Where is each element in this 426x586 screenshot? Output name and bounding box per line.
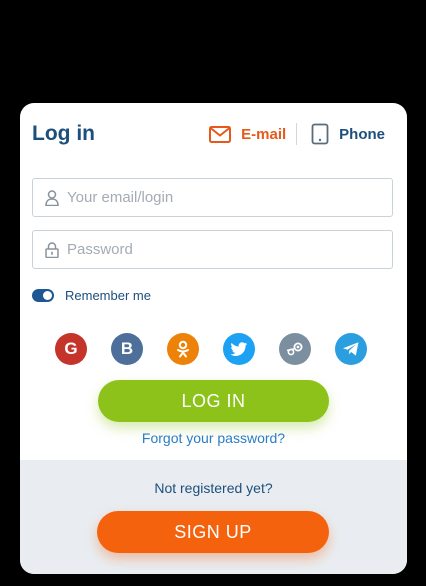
lock-icon [45, 241, 59, 258]
steam-icon[interactable] [279, 333, 311, 365]
signup-button[interactable]: SIGN UP [97, 511, 329, 553]
google-glyph: G [64, 339, 78, 358]
odnoklassniki-icon[interactable] [167, 333, 199, 365]
remember-me-label: Remember me [65, 288, 151, 303]
mail-icon [209, 125, 232, 143]
google-icon[interactable]: G [55, 333, 87, 365]
login-button[interactable]: LOG IN [98, 380, 329, 422]
password-input[interactable] [67, 241, 392, 258]
odnoklassniki-glyph [177, 340, 189, 358]
tab-divider [296, 123, 298, 145]
twitter-glyph [230, 341, 248, 356]
forgot-password-link[interactable]: Forgot your password? [20, 430, 407, 446]
tab-email-label: E-mail [241, 125, 287, 143]
remember-me: Remember me [32, 288, 151, 303]
vk-icon[interactable]: B [111, 333, 143, 365]
telegram-glyph [343, 342, 359, 356]
tab-phone-label: Phone [339, 125, 385, 143]
remember-me-toggle[interactable] [32, 289, 54, 302]
vk-glyph: B [120, 339, 134, 358]
twitter-icon[interactable] [223, 333, 255, 365]
register-section: Not registered yet? SIGN UP [20, 460, 407, 574]
not-registered-text: Not registered yet? [154, 480, 273, 496]
telegram-icon[interactable] [335, 333, 367, 365]
login-method-tabs: E-mail Phone [209, 120, 407, 148]
login-card: Log in E-mail Phone Your email/login Rem… [20, 103, 407, 574]
phone-icon [311, 123, 329, 145]
email-input[interactable] [67, 189, 392, 206]
steam-glyph [286, 342, 303, 356]
tab-email[interactable]: E-mail [209, 125, 287, 143]
toggle-knob [43, 291, 52, 300]
tab-phone[interactable]: Phone [311, 123, 385, 145]
email-field[interactable] [32, 178, 393, 217]
password-field[interactable] [32, 230, 393, 269]
social-login-row: G B [55, 333, 367, 365]
page-title: Log in [32, 122, 95, 145]
user-icon [45, 189, 59, 206]
